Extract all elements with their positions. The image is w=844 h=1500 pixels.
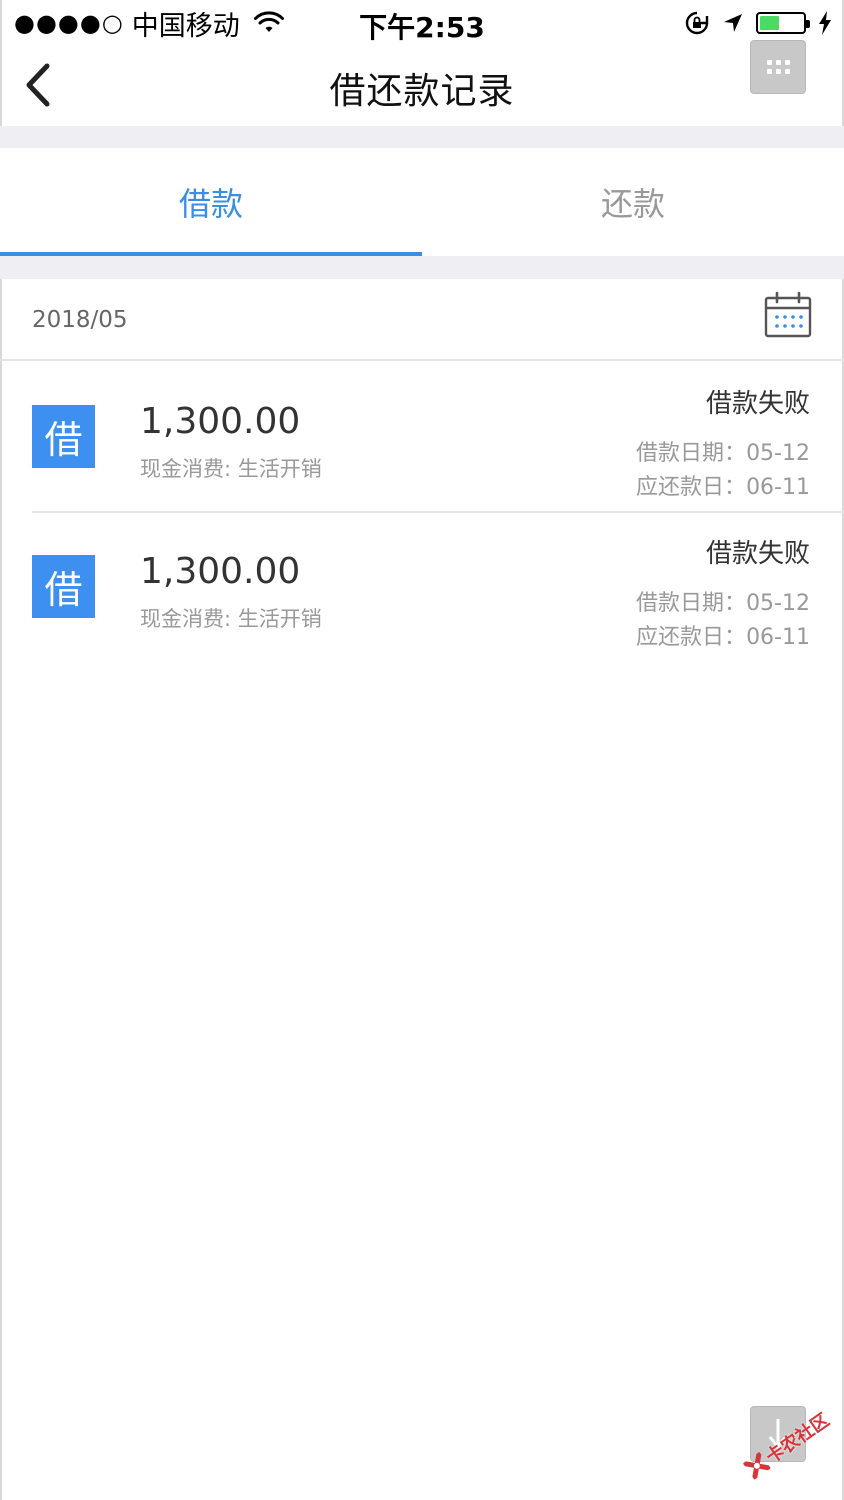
due-date: 06-11 <box>746 475 810 500</box>
due-date-line: 应还款日：06-11 <box>636 469 810 501</box>
battery-fill <box>760 16 779 30</box>
record-list: 借 1,300.00 现金消费: 生活开销 借款失败 借款日期：05-12 应还… <box>0 363 844 659</box>
tab-borrow[interactable]: 借款 <box>0 148 422 256</box>
record-status: 借款失败 <box>705 539 810 569</box>
month-header: 2018/05 <box>0 279 844 361</box>
grid-menu-icon <box>766 60 790 74</box>
borrow-badge: 借 <box>32 555 95 618</box>
loan-date: 05-12 <box>746 441 810 466</box>
due-date: 06-11 <box>746 625 810 650</box>
watermark-text: 卡农社区 <box>762 1409 834 1469</box>
loan-date: 05-12 <box>746 591 810 616</box>
list-item[interactable]: 借 1,300.00 现金消费: 生活开销 借款失败 借款日期：05-12 应还… <box>32 511 844 659</box>
section-gap <box>0 126 844 148</box>
navigation-bar: 借还款记录 <box>0 40 844 126</box>
loan-date-line: 借款日期：05-12 <box>636 585 810 617</box>
floating-menu-button[interactable] <box>750 40 806 94</box>
borrow-badge: 借 <box>32 405 95 468</box>
watermark: 卡农社区 <box>728 1387 844 1500</box>
calendar-icon[interactable] <box>764 291 812 339</box>
charging-bolt-icon <box>819 11 831 35</box>
record-tabs: 借款 还款 <box>0 148 844 256</box>
record-description: 现金消费: 生活开销 <box>140 457 322 481</box>
list-item-content: 借 1,300.00 现金消费: 生活开销 借款失败 借款日期：05-12 应还… <box>0 363 844 511</box>
list-item-content: 借 1,300.00 现金消费: 生活开销 借款失败 借款日期：05-12 应还… <box>0 513 844 661</box>
loan-date-line: 借款日期：05-12 <box>636 435 810 467</box>
loan-date-label: 借款日期： <box>636 591 747 616</box>
record-amount: 1,300.00 <box>140 551 301 592</box>
list-item[interactable]: 借 1,300.00 现金消费: 生活开销 借款失败 借款日期：05-12 应还… <box>0 363 844 511</box>
page-title: 借还款记录 <box>329 71 515 112</box>
location-arrow-icon <box>724 14 742 32</box>
status-right <box>684 8 832 38</box>
status-bar: ●●●●○ 中国移动 下午2:53 <box>0 0 844 46</box>
loan-date-label: 借款日期： <box>636 441 747 466</box>
section-gap <box>0 256 844 279</box>
due-date-line: 应还款日：06-11 <box>636 619 810 651</box>
screen: ●●●●○ 中国移动 下午2:53 借还款记录 借款 还款 2018/05 借 … <box>0 0 844 1500</box>
tab-repay[interactable]: 还款 <box>422 148 844 256</box>
battery-icon <box>756 12 810 34</box>
record-status: 借款失败 <box>705 389 810 419</box>
month-label: 2018/05 <box>32 307 128 333</box>
due-date-label: 应还款日： <box>636 625 747 650</box>
record-amount: 1,300.00 <box>140 401 301 442</box>
record-description: 现金消费: 生活开销 <box>140 607 322 631</box>
rotation-lock-icon <box>685 11 709 35</box>
due-date-label: 应还款日： <box>636 475 747 500</box>
